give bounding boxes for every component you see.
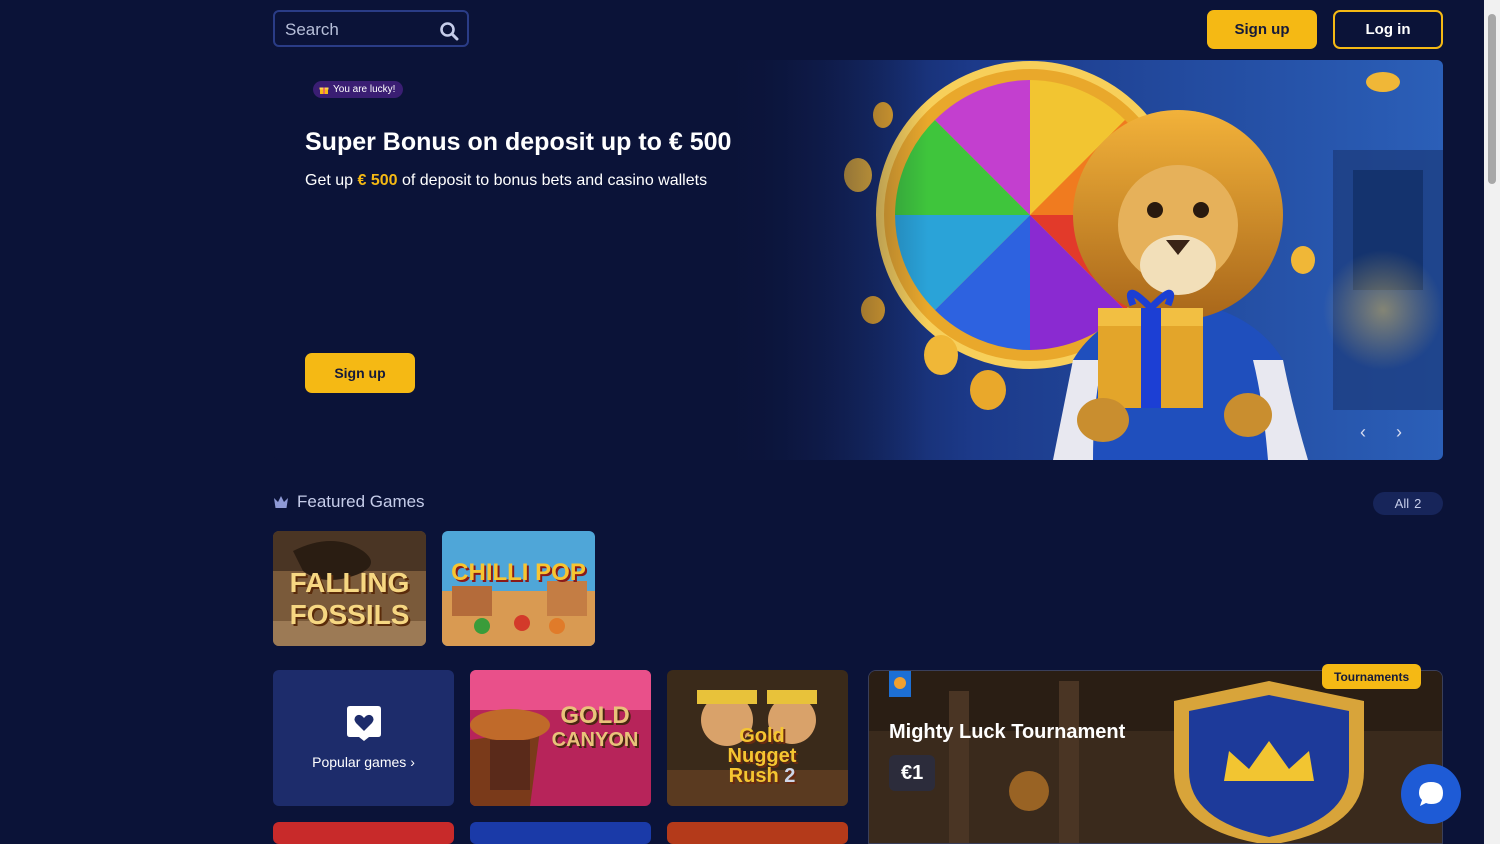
tile-title-line1: CHILLI POP [451,559,586,586]
hero-subtitle-suffix: of deposit to bonus bets and casino wall… [397,172,708,189]
tile-title-line1: GOLD [560,702,630,729]
game-tile-falling-fossils[interactable]: FALLING FOSSILS [273,531,426,646]
game-tile-chilli-pop[interactable]: CHILLI POP [442,531,595,646]
chat-button[interactable] [1401,764,1461,824]
tournament-card[interactable]: Mighty Luck Tournament €1 [868,670,1443,844]
tile-title-line3: Rush 2 [707,766,817,786]
tile-title-line1: FALLING [289,567,410,598]
tile-title-line2: FOSSILS [289,599,410,630]
game-tile-partial-1[interactable] [273,822,454,844]
hero-signup-button[interactable]: Sign up [305,353,415,393]
game-tile-partial-3[interactable] [667,822,848,844]
chevron-left-icon[interactable]: ‹ [1351,420,1375,444]
hero-title: Super Bonus on deposit up to € 500 [305,128,732,156]
chevron-right-icon: › [410,754,415,770]
tournaments-tag: Tournaments [1322,664,1422,689]
all-count: 2 [1414,496,1422,511]
game-tile-gold-nugget-rush-2[interactable]: Gold Nugget Rush 2 [667,670,848,806]
popular-games-text: Popular games [312,754,407,770]
search-icon[interactable] [439,21,459,41]
lucky-badge: You are lucky! [313,81,404,98]
popular-games-label: Popular games › [273,754,454,770]
crown-icon [274,496,288,508]
tournament-prize: €1 [889,755,936,791]
login-button[interactable]: Log in [1333,10,1443,49]
featured-games-title: Featured Games [297,492,425,511]
hero-subtitle: Get up € 500 of deposit to bonus bets an… [305,172,707,190]
hero-subtitle-prefix: Get up [305,172,358,189]
hero-subtitle-amount: € 500 [357,172,398,189]
heart-icon [347,706,381,741]
signup-button[interactable]: Sign up [1207,10,1317,49]
search-input[interactable] [283,19,437,41]
tile-title-rush: Rush [728,765,779,787]
tournament-title: Mighty Luck Tournament [889,721,1126,743]
chilli-pop-art [442,531,595,646]
search-box[interactable] [273,10,469,47]
hero-illustration [273,60,1443,460]
tournament-art [869,671,1442,843]
chat-bubble-icon [1419,782,1443,806]
game-tile-gold-canyon[interactable]: GOLD CANYON [470,670,651,806]
all-label: All [1394,496,1410,511]
tile-title-line1: Gold [739,725,785,747]
featured-games-header: Featured Games [273,492,425,512]
chevron-right-icon[interactable]: › [1387,420,1411,444]
gift-icon [319,87,329,94]
tile-title-number: 2 [784,765,796,787]
popular-games-tile[interactable]: Popular games › [273,670,454,806]
all-games-button[interactable]: All 2 [1373,492,1443,515]
game-tile-partial-2[interactable] [470,822,651,844]
tile-title-line2: CANYON [551,729,639,751]
tile-title-line2: Nugget [727,745,797,767]
badge-text: You are lucky! [333,84,396,95]
scrollbar-thumb[interactable] [1488,14,1496,184]
hero-banner: You are lucky! Super Bonus on deposit up… [273,60,1443,460]
